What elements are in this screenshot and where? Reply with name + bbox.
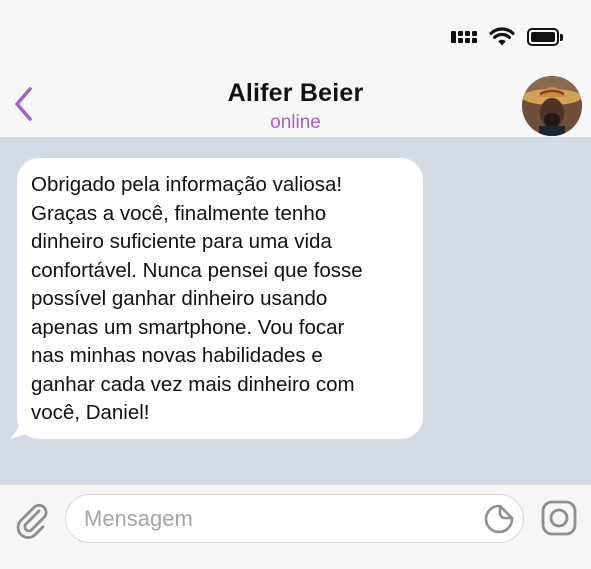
message-line: nas minhas novas habilidades e <box>31 344 323 367</box>
chat-area[interactable]: Obrigado pela informação valiosa! Graças… <box>0 138 591 484</box>
message-line: dinheiro suficiente para uma vida <box>31 230 332 253</box>
message-bubble[interactable]: Obrigado pela informação valiosa! Graças… <box>17 158 423 439</box>
contact-title[interactable]: Alifer Beier online <box>120 78 471 136</box>
paperclip-icon <box>16 503 48 539</box>
message-input[interactable] <box>84 495 474 542</box>
message-line: apenas um smartphone. Vou focar <box>31 315 345 339</box>
chevron-left-icon <box>15 87 32 121</box>
status-bar <box>451 26 563 48</box>
message-line: você, Daniel! <box>31 401 150 424</box>
sticker-icon <box>484 504 514 534</box>
message-line: Graças a você, finalmente tenho <box>31 201 327 225</box>
message-line: possível ganhar dinheiro usando <box>31 287 328 310</box>
contact-name: Alifer Beier <box>227 79 364 107</box>
chat-header: Alifer Beier online <box>0 0 591 138</box>
back-button[interactable] <box>8 84 38 124</box>
message-line: ganhar cada vez mais dinheiro com <box>31 372 355 396</box>
message-input-container[interactable] <box>65 494 524 543</box>
avatar[interactable] <box>522 76 582 136</box>
contact-status: online <box>270 112 321 133</box>
sticker-button[interactable] <box>483 503 515 535</box>
battery-icon <box>527 28 563 46</box>
camera-button[interactable] <box>540 499 578 537</box>
composer-bar <box>0 484 591 569</box>
wifi-icon <box>489 27 515 47</box>
message-line: confortável. Nunca pensei que fosse <box>31 258 363 282</box>
attach-button[interactable] <box>12 499 52 539</box>
signal-icon <box>451 31 477 43</box>
message-line: Obrigado pela informação valiosa! <box>31 173 343 196</box>
camera-icon <box>541 500 577 536</box>
